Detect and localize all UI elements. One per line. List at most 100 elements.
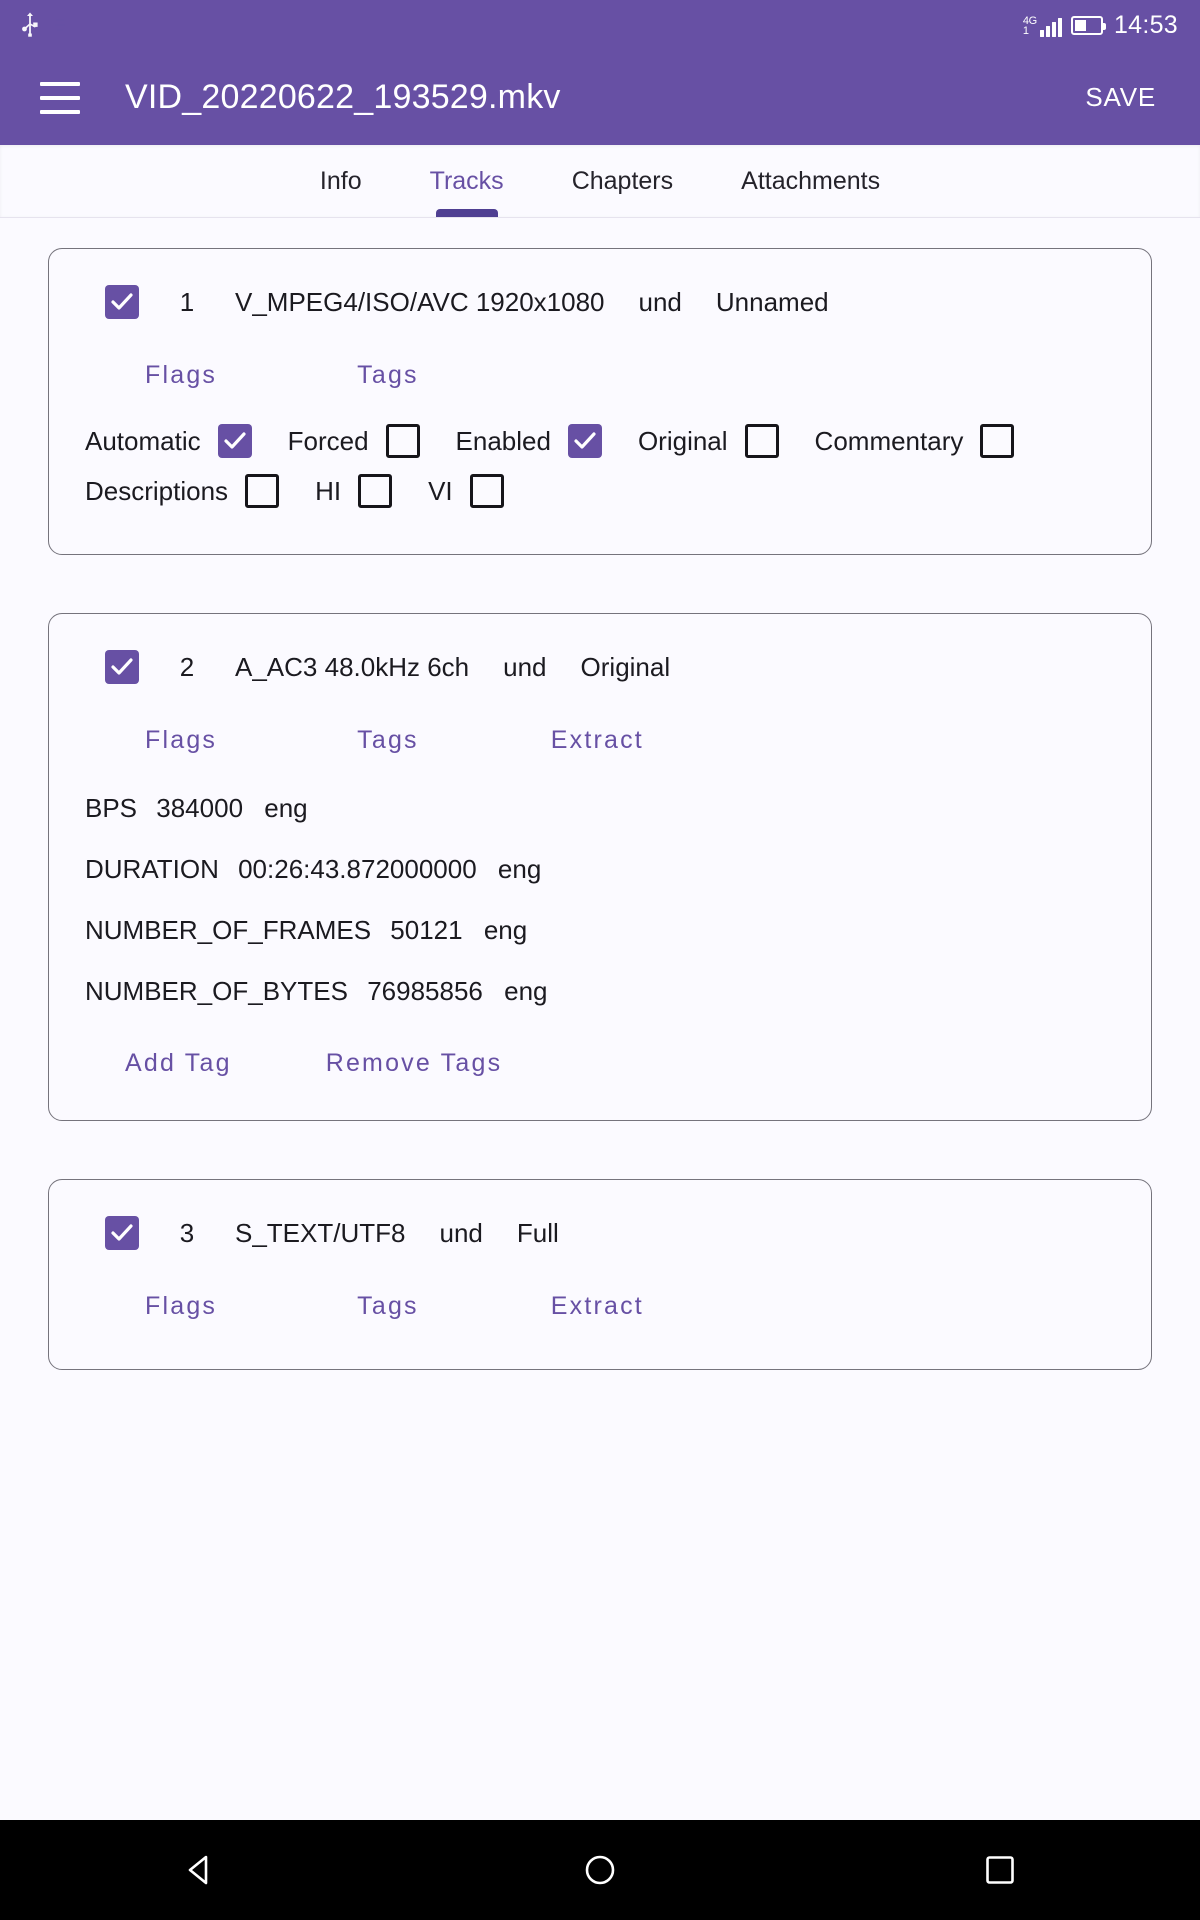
- flag-vi[interactable]: VI: [428, 474, 504, 508]
- network-sub-text: 1: [1022, 24, 1029, 37]
- tab-attachments-label: Attachments: [741, 166, 881, 195]
- flag-descriptions[interactable]: Descriptions: [85, 474, 280, 508]
- tag-value: 00:26:43.872000000: [238, 854, 477, 884]
- track-number: 3: [179, 1217, 195, 1248]
- flag-hi-checkbox[interactable]: [358, 474, 393, 508]
- tag-row[interactable]: DURATION 00:26:43.872000000 eng: [85, 854, 1125, 885]
- tag-key: BPS: [85, 793, 138, 823]
- tab-chapters[interactable]: Chapters: [538, 145, 707, 217]
- tag-row[interactable]: BPS 384000 eng: [85, 793, 1125, 824]
- flag-vi-checkbox[interactable]: [469, 474, 504, 508]
- flag-automatic-checkbox[interactable]: [217, 424, 252, 458]
- tag-language: eng: [497, 854, 542, 884]
- extract-button[interactable]: Extract: [531, 1280, 664, 1333]
- tag-language: eng: [483, 915, 528, 945]
- tag-row[interactable]: NUMBER_OF_BYTES 76985856 eng: [85, 976, 1125, 1007]
- tab-tracks-label: Tracks: [429, 166, 504, 195]
- flag-original[interactable]: Original: [638, 424, 779, 458]
- tab-info-label: Info: [319, 166, 362, 195]
- track-language: und: [439, 1217, 483, 1248]
- track-card: 2 A_AC3 48.0kHz 6ch und Original Flags T…: [48, 613, 1152, 1121]
- track-codec: S_TEXT/UTF8: [235, 1217, 406, 1248]
- track-codec: A_AC3 48.0kHz 6ch: [235, 651, 470, 682]
- tab-tracks[interactable]: Tracks: [396, 145, 538, 217]
- tag-actions: Add Tag Remove Tags: [75, 1037, 1125, 1090]
- battery-half-icon: [1070, 15, 1106, 35]
- signal-strength-icon: 4G 1: [1023, 14, 1062, 37]
- status-bar: 4G 1 14:53: [0, 0, 1200, 50]
- track-title: Full: [516, 1217, 559, 1248]
- flag-automatic[interactable]: Automatic: [85, 424, 252, 458]
- status-bar-left-icons: [20, 12, 74, 38]
- flags-button[interactable]: Flags: [125, 714, 237, 767]
- flag-commentary[interactable]: Commentary: [815, 424, 1015, 458]
- track-actions: Flags Tags Extract: [75, 714, 1125, 767]
- flag-forced-checkbox[interactable]: [385, 424, 420, 458]
- flag-forced-label: Forced: [287, 425, 369, 456]
- app-bar: VID_20220622_193529.mkv SAVE: [0, 50, 1200, 145]
- track-header: 2 A_AC3 48.0kHz 6ch und Original: [75, 650, 1125, 684]
- usb-icon: [20, 12, 40, 38]
- flag-vi-label: VI: [428, 475, 453, 506]
- extract-button[interactable]: Extract: [531, 714, 664, 767]
- network-type-label: 4G 1: [1023, 14, 1037, 37]
- page-title: VID_20220622_193529.mkv: [125, 78, 561, 116]
- track-enabled-checkbox[interactable]: [105, 650, 139, 684]
- tag-value: 384000: [156, 793, 244, 823]
- tag-key: NUMBER_OF_BYTES: [85, 976, 348, 1006]
- flag-commentary-label: Commentary: [814, 425, 964, 456]
- tags-button[interactable]: Tags: [337, 349, 439, 402]
- flags-section: Automatic Forced Enabled Original Commen…: [75, 424, 1125, 508]
- tag-language: eng: [504, 976, 548, 1006]
- tab-bar: Info Tracks Chapters Attachments: [0, 145, 1200, 218]
- flag-original-label: Original: [637, 425, 728, 456]
- save-button[interactable]: SAVE: [1071, 72, 1170, 123]
- tag-language: eng: [264, 793, 308, 823]
- tag-key: NUMBER_OF_FRAMES: [85, 915, 372, 945]
- track-language: und: [503, 651, 547, 682]
- flag-commentary-checkbox[interactable]: [980, 424, 1015, 458]
- track-enabled-checkbox[interactable]: [105, 285, 139, 319]
- tag-value: 50121: [390, 915, 463, 945]
- flags-row: Descriptions HI VI: [85, 474, 1125, 508]
- hamburger-menu-icon[interactable]: [40, 81, 80, 114]
- tab-info[interactable]: Info: [286, 145, 396, 217]
- flag-enabled-label: Enabled: [455, 425, 551, 456]
- track-card: 3 S_TEXT/UTF8 und Full Flags Tags Extrac…: [48, 1179, 1152, 1370]
- track-enabled-checkbox[interactable]: [105, 1216, 139, 1250]
- tag-value: 76985856: [367, 976, 483, 1006]
- track-language: und: [638, 286, 682, 317]
- track-number: 1: [179, 286, 195, 317]
- android-navigation-bar: [0, 1820, 1200, 1920]
- flag-descriptions-checkbox[interactable]: [245, 474, 280, 508]
- tracks-list: 1 V_MPEG4/ISO/AVC 1920x1080 und Unnamed …: [0, 218, 1200, 1821]
- track-codec: V_MPEG4/ISO/AVC 1920x1080: [235, 286, 605, 317]
- flags-row: Automatic Forced Enabled Original Commen…: [85, 424, 1125, 458]
- tags-button[interactable]: Tags: [337, 1280, 439, 1333]
- flag-enabled[interactable]: Enabled: [456, 424, 602, 458]
- tags-button[interactable]: Tags: [337, 714, 439, 767]
- remove-tags-button[interactable]: Remove Tags: [306, 1037, 523, 1090]
- flag-enabled-checkbox[interactable]: [567, 424, 602, 458]
- tab-attachments[interactable]: Attachments: [707, 145, 914, 217]
- flag-forced[interactable]: Forced: [288, 424, 420, 458]
- square-recents-icon[interactable]: [940, 1820, 1060, 1920]
- track-header: 3 S_TEXT/UTF8 und Full: [75, 1216, 1125, 1250]
- circle-home-icon[interactable]: [540, 1820, 660, 1920]
- triangle-back-icon[interactable]: [140, 1820, 260, 1920]
- tag-row[interactable]: NUMBER_OF_FRAMES 50121 eng: [85, 915, 1125, 946]
- track-number: 2: [179, 651, 195, 682]
- tab-chapters-label: Chapters: [571, 166, 674, 195]
- track-actions: Flags Tags Extract: [75, 1280, 1125, 1333]
- flag-original-checkbox[interactable]: [744, 424, 779, 458]
- status-bar-right-icons: 4G 1 14:53: [1023, 11, 1178, 40]
- flag-hi-label: HI: [315, 475, 342, 506]
- network-type-text: 4G: [1022, 14, 1037, 27]
- flags-button[interactable]: Flags: [125, 349, 237, 402]
- flag-automatic-label: Automatic: [85, 425, 201, 456]
- add-tag-button[interactable]: Add Tag: [105, 1037, 252, 1090]
- track-header: 1 V_MPEG4/ISO/AVC 1920x1080 und Unnamed: [75, 285, 1125, 319]
- flags-button[interactable]: Flags: [125, 1280, 237, 1333]
- flag-descriptions-label: Descriptions: [85, 475, 229, 506]
- flag-hi[interactable]: HI: [315, 474, 393, 508]
